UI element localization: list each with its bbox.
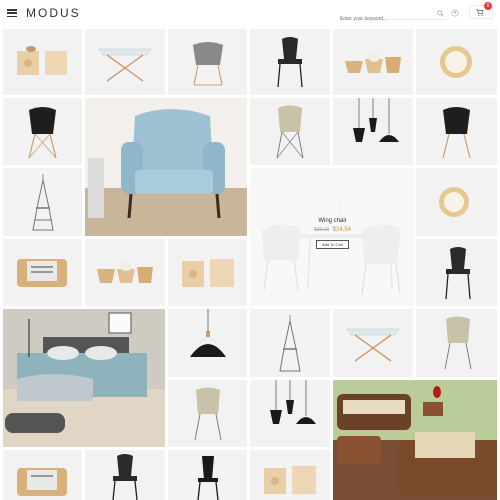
wooden-bowls-image [97, 259, 153, 283]
product-name[interactable]: Wing chair [250, 218, 415, 224]
product-tile[interactable] [416, 98, 497, 165]
black-pendant-lamps-image [270, 380, 316, 424]
product-tile[interactable] [250, 98, 330, 165]
product-tile[interactable] [333, 98, 413, 165]
product-tile[interactable] [168, 380, 247, 447]
menu-icon[interactable] [7, 9, 17, 18]
product-tile[interactable] [250, 380, 330, 447]
product-tile[interactable] [85, 98, 247, 236]
product-tile[interactable] [3, 239, 82, 306]
beige-chair-image [444, 316, 472, 370]
product-price: $30.00 $24.54 [250, 227, 415, 233]
black-pendant-lamps-image [353, 98, 399, 142]
add-to-cart-button[interactable]: Add To Cart [315, 240, 350, 249]
grey-shell-chair-image [193, 42, 223, 86]
product-tile[interactable] [168, 309, 247, 377]
product-tile[interactable] [416, 239, 497, 306]
logo[interactable]: MODUS [26, 6, 81, 20]
product-info: Wing chair $30.00 $24.54 Add To Cart [250, 218, 415, 251]
product-tile[interactable] [250, 29, 330, 95]
wooden-tray-image [17, 259, 67, 287]
beige-chair-image [276, 105, 304, 159]
old-price: $30.00 [313, 227, 330, 233]
black-chair-image [112, 454, 138, 500]
beige-chair-image [194, 387, 222, 441]
black-eames-chair-image [28, 107, 57, 159]
black-pendant-lamp-image [190, 309, 226, 357]
product-tile[interactable] [85, 450, 165, 500]
product-tile[interactable] [85, 239, 165, 306]
blue-armchair-image [85, 98, 247, 236]
cart-count-badge: 0 [484, 2, 492, 10]
black-chair-image [277, 37, 303, 88]
cart-icon [476, 9, 484, 16]
product-tile[interactable] [250, 309, 330, 377]
product-tile[interactable] [3, 450, 82, 500]
product-tile[interactable] [416, 309, 497, 377]
box-speaker-image [264, 466, 316, 494]
black-eames-chair-image [442, 107, 471, 159]
search-icon[interactable] [437, 10, 444, 17]
eiffel-tower-model-image [32, 174, 54, 231]
black-chair-tall-image [197, 456, 219, 500]
search-bar [340, 7, 446, 25]
product-tile[interactable] [3, 309, 165, 447]
product-tile[interactable] [416, 168, 497, 236]
product-tile[interactable] [85, 29, 165, 95]
product-tile[interactable] [333, 380, 497, 500]
product-tile[interactable] [250, 450, 330, 500]
product-tile[interactable] [333, 29, 413, 95]
product-tile[interactable] [168, 29, 247, 95]
user-icon[interactable] [451, 9, 459, 17]
rattan-patio-set-image [333, 380, 497, 500]
eiffel-tower-model-image [279, 315, 301, 372]
wooden-tray-image [17, 468, 67, 496]
featured-product-tile[interactable]: Wing chair $30.00 $24.54 Add To Cart [250, 168, 415, 306]
ring-mirror-image [440, 46, 472, 78]
product-tile[interactable] [333, 309, 413, 377]
search-input[interactable] [340, 13, 430, 25]
product-tile[interactable] [3, 168, 82, 236]
product-tile[interactable] [168, 239, 247, 306]
box-speaker-image [17, 46, 67, 75]
site-header: MODUS 0 [0, 0, 500, 26]
product-tile[interactable] [3, 98, 82, 165]
product-tile[interactable] [3, 29, 82, 95]
product-tile[interactable] [168, 450, 247, 500]
sale-price: $24.54 [332, 227, 352, 233]
black-chair-image [445, 247, 471, 300]
product-tile[interactable] [416, 29, 497, 95]
glass-table-image [346, 328, 400, 362]
ring-mirror-image [439, 187, 469, 217]
wooden-bowls-image [345, 50, 401, 73]
glass-table-image [98, 48, 152, 82]
bedroom-scene-image [3, 309, 165, 447]
box-speaker-image [182, 259, 234, 287]
